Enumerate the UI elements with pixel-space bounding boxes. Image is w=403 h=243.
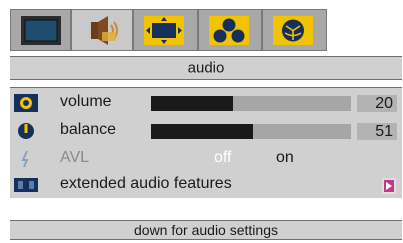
tab-audio[interactable] <box>71 9 133 51</box>
settings-panel: volume 20 balance 51 AVL off on extended… <box>10 87 402 198</box>
tab-picture[interactable] <box>10 9 71 51</box>
balance-label: balance <box>60 121 117 138</box>
volume-slider-fill <box>151 96 233 111</box>
balance-icon <box>18 123 34 139</box>
speaker-icon <box>91 16 118 45</box>
features-icon <box>209 16 249 45</box>
volume-row[interactable]: volume 20 <box>10 90 402 116</box>
volume-value-box: 20 <box>357 95 397 112</box>
section-header: audio <box>10 56 402 80</box>
volume-label: volume <box>60 93 112 110</box>
tab-screen[interactable] <box>133 9 198 51</box>
hint-text: down for audio settings <box>134 222 278 238</box>
tab-features[interactable] <box>198 9 262 51</box>
avl-label: AVL <box>60 149 90 166</box>
tab-installation[interactable] <box>262 9 327 51</box>
balance-slider-fill <box>151 124 253 139</box>
avl-option-off[interactable]: off <box>214 149 232 167</box>
volume-value: 20 <box>375 95 393 112</box>
submenu-arrow-icon[interactable] <box>382 178 396 194</box>
volume-slider[interactable] <box>151 96 351 111</box>
extended-audio-row[interactable]: extended audio features <box>10 172 402 198</box>
extended-audio-label: extended audio features <box>60 175 232 192</box>
section-title: audio <box>187 59 225 77</box>
avl-icon <box>21 150 29 168</box>
balance-value: 51 <box>375 123 393 140</box>
balance-value-box: 51 <box>357 123 397 140</box>
balance-slider[interactable] <box>151 124 351 139</box>
volume-icon <box>14 94 38 112</box>
avl-row[interactable]: AVL off on <box>10 146 402 172</box>
balance-row[interactable]: balance 51 <box>10 118 402 144</box>
screen-format-icon <box>144 16 184 45</box>
tv-screen-icon <box>21 16 61 45</box>
hint-bar: down for audio settings <box>10 220 402 240</box>
avl-option-on[interactable]: on <box>276 149 294 167</box>
extended-audio-icon <box>14 178 38 192</box>
installation-icon <box>273 16 313 45</box>
